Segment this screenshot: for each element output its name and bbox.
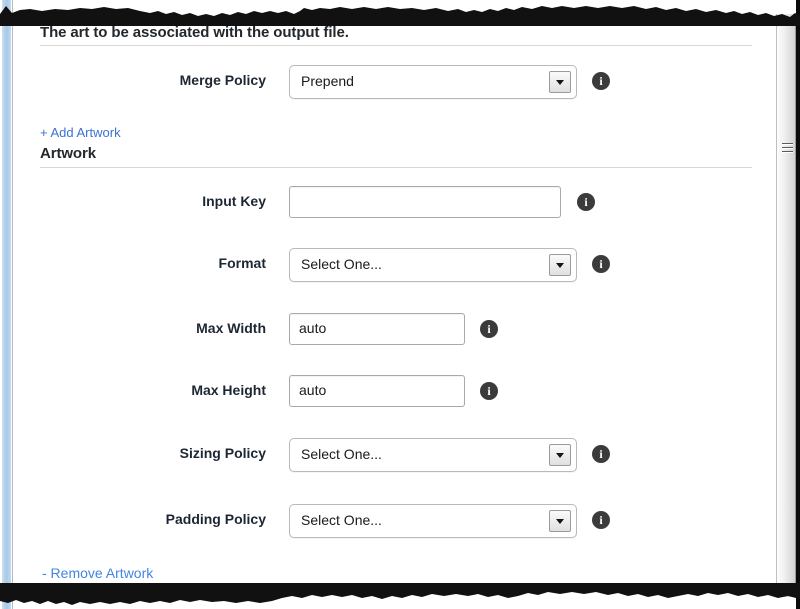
scrollbar-thumb[interactable] bbox=[776, 14, 796, 597]
padding-policy-info-icon[interactable]: i bbox=[592, 511, 610, 529]
format-value: Select One... bbox=[301, 256, 382, 272]
max-height-info-icon[interactable]: i bbox=[480, 382, 498, 400]
chevron-down-icon[interactable] bbox=[549, 444, 571, 466]
format-select[interactable]: Select One... bbox=[289, 248, 577, 282]
format-label: Format bbox=[218, 255, 266, 271]
chevron-down-icon[interactable] bbox=[549, 254, 571, 276]
merge-policy-info-icon[interactable]: i bbox=[592, 72, 610, 90]
add-artwork-link[interactable]: + Add Artwork bbox=[40, 125, 121, 140]
format-info-icon[interactable]: i bbox=[592, 255, 610, 273]
sizing-policy-select[interactable]: Select One... bbox=[289, 438, 577, 472]
input-key-label: Input Key bbox=[202, 193, 266, 209]
max-height-label: Max Height bbox=[191, 382, 266, 398]
merge-policy-select[interactable]: Prepend bbox=[289, 65, 577, 99]
scrollbar-grip-icon bbox=[782, 143, 793, 155]
left-divider-line bbox=[12, 0, 13, 609]
padding-policy-label: Padding Policy bbox=[165, 511, 266, 527]
window-right-edge bbox=[796, 0, 800, 609]
max-height-value: auto bbox=[299, 382, 327, 398]
max-width-value: auto bbox=[299, 320, 327, 336]
artwork-heading: Artwork bbox=[40, 145, 96, 162]
merge-policy-value: Prepend bbox=[301, 73, 354, 89]
padding-policy-value: Select One... bbox=[301, 512, 382, 528]
max-width-label: Max Width bbox=[196, 320, 266, 336]
max-width-info-icon[interactable]: i bbox=[480, 320, 498, 338]
left-accent-stripe bbox=[2, 0, 11, 609]
sizing-policy-label: Sizing Policy bbox=[179, 445, 266, 461]
chevron-down-icon[interactable] bbox=[549, 510, 571, 532]
form-panel: The art to be associated with the output… bbox=[0, 0, 800, 609]
section-heading-rule bbox=[40, 45, 752, 46]
input-key-input[interactable] bbox=[289, 186, 561, 218]
sizing-policy-info-icon[interactable]: i bbox=[592, 445, 610, 463]
remove-artwork-link[interactable]: - Remove Artwork bbox=[42, 565, 153, 581]
chevron-down-icon[interactable] bbox=[549, 71, 571, 93]
input-key-info-icon[interactable]: i bbox=[577, 193, 595, 211]
section-heading: The art to be associated with the output… bbox=[40, 24, 349, 41]
artwork-heading-rule bbox=[40, 167, 752, 168]
max-width-input[interactable]: auto bbox=[289, 313, 465, 345]
padding-policy-select[interactable]: Select One... bbox=[289, 504, 577, 538]
max-height-input[interactable]: auto bbox=[289, 375, 465, 407]
merge-policy-label: Merge Policy bbox=[179, 72, 266, 88]
sizing-policy-value: Select One... bbox=[301, 446, 382, 462]
form-content: The art to be associated with the output… bbox=[40, 0, 752, 609]
